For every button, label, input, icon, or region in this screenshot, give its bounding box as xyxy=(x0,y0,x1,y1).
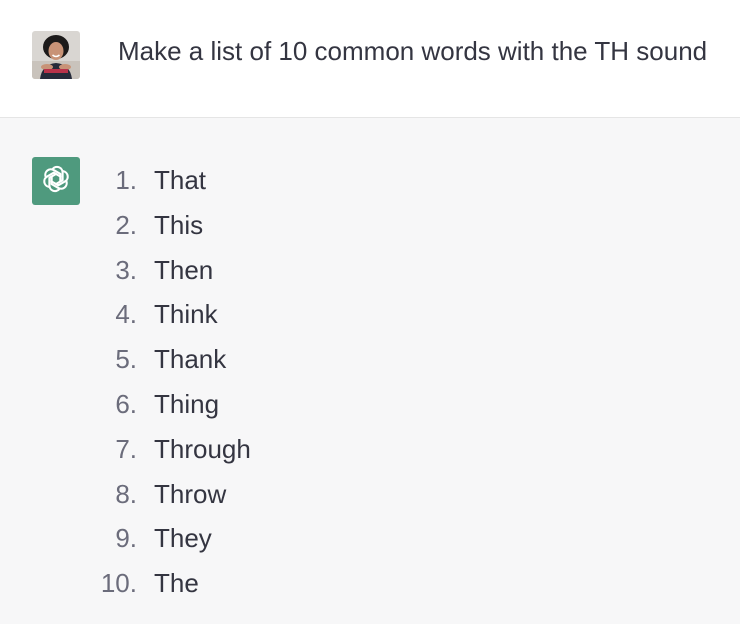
list-item-number: 2. xyxy=(115,209,137,240)
user-message-text: Make a list of 10 common words with the … xyxy=(118,36,708,66)
list-item-number: 7. xyxy=(115,433,137,464)
list-item-number: 6. xyxy=(115,388,137,419)
list-item-number: 1. xyxy=(115,165,137,195)
list-item-text: Thing xyxy=(154,388,220,419)
list-item-number: 3. xyxy=(115,254,137,285)
list-item-text: Thank xyxy=(154,344,227,375)
user-avatar xyxy=(32,31,80,79)
list-item-number: 4. xyxy=(115,299,137,330)
list-item-number: 10. xyxy=(100,568,137,599)
user-message-row: Make a list of 10 common words with the … xyxy=(0,0,740,118)
list-item-text: Through xyxy=(154,433,251,464)
list-item-text: The xyxy=(154,568,199,599)
list-item-number: 5. xyxy=(115,344,137,375)
assistant-message-row: 1. That 2. This 3. Then 4. Think 5. Thank 6. T… xyxy=(0,118,740,624)
list-item-text: Throw xyxy=(154,478,227,509)
list-item-number: 9. xyxy=(115,523,137,554)
list-item-text: Think xyxy=(154,299,218,330)
list-item-text: Then xyxy=(154,254,214,285)
list-item-number: 8. xyxy=(115,478,137,509)
list-item-text: They xyxy=(154,523,212,554)
list-item-text: This xyxy=(154,209,204,240)
list-item-text: That xyxy=(154,165,207,195)
